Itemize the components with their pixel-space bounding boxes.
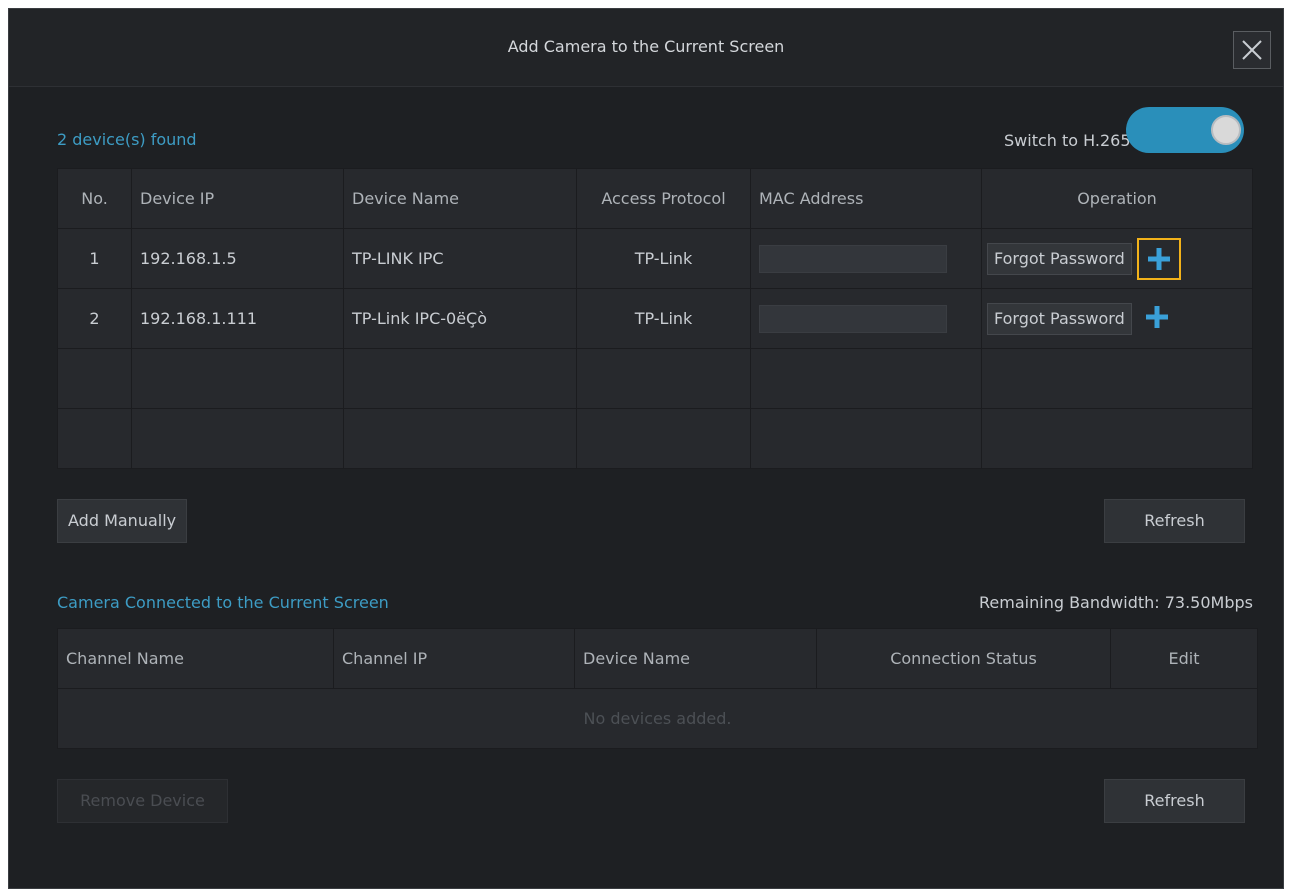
table-row-empty — [57, 348, 1253, 409]
table-header-row: No. Device IP Device Name Access Protoco… — [57, 168, 1253, 229]
col-header-ip: Device IP — [131, 168, 344, 229]
remaining-bandwidth: Remaining Bandwidth: 73.50Mbps — [979, 593, 1253, 612]
cell-no: 1 — [57, 228, 132, 289]
add-manually-button[interactable]: Add Manually — [57, 499, 188, 543]
col-header-protocol: Access Protocol — [576, 168, 751, 229]
cell-device-name: TP-LINK IPC — [343, 228, 577, 289]
col-header-no: No. — [57, 168, 132, 229]
table-row-empty — [57, 408, 1253, 469]
cell-no: 2 — [57, 288, 132, 349]
devices-found-label: 2 device(s) found — [57, 130, 197, 149]
cell-ip: 192.168.1.111 — [131, 288, 344, 349]
dialog-titlebar: Add Camera to the Current Screen — [9, 9, 1283, 87]
add-device-button[interactable] — [1136, 237, 1181, 280]
table-row[interactable]: 2 192.168.1.111 TP-Link IPC-0ëÇò TP-Link… — [57, 288, 1253, 349]
h265-toggle-knob — [1211, 115, 1241, 145]
refresh-found-button[interactable]: Refresh — [1104, 499, 1245, 543]
cell-device-name: TP-Link IPC-0ëÇò — [343, 288, 577, 349]
table-row[interactable]: 1 192.168.1.5 TP-LINK IPC TP-Link Forgot… — [57, 228, 1253, 289]
h265-toggle-label: Switch to H.265 — [1004, 131, 1131, 150]
empty-state-message: No devices added. — [57, 688, 1258, 749]
cell-mac — [750, 288, 982, 349]
remove-device-button[interactable]: Remove Device — [57, 779, 228, 823]
col-header-channel-name: Channel Name — [57, 628, 334, 689]
connected-cameras-table: Channel Name Channel IP Device Name Conn… — [57, 628, 1258, 749]
cell-ip: 192.168.1.5 — [131, 228, 344, 289]
col-header-device-name: Device Name — [574, 628, 817, 689]
col-header-mac: MAC Address — [750, 168, 982, 229]
cell-operation: Forgot Password — [981, 288, 1253, 349]
found-devices-table: No. Device IP Device Name Access Protoco… — [57, 168, 1253, 469]
col-header-connection-status: Connection Status — [816, 628, 1111, 689]
col-header-channel-ip: Channel IP — [333, 628, 575, 689]
col-header-name: Device Name — [343, 168, 577, 229]
cell-operation: Forgot Password — [981, 228, 1253, 289]
mac-redacted-box — [759, 304, 947, 333]
col-header-operation: Operation — [981, 168, 1253, 229]
close-button[interactable] — [1233, 31, 1271, 69]
connected-cameras-label: Camera Connected to the Current Screen — [57, 593, 389, 612]
forgot-password-button[interactable]: Forgot Password — [987, 242, 1132, 275]
forgot-password-button[interactable]: Forgot Password — [987, 302, 1132, 335]
cell-protocol: TP-Link — [576, 288, 751, 349]
dialog-title: Add Camera to the Current Screen — [507, 37, 785, 56]
table-header-row: Channel Name Channel IP Device Name Conn… — [57, 628, 1258, 689]
empty-state-row: No devices added. — [57, 688, 1258, 749]
col-header-edit: Edit — [1110, 628, 1258, 689]
cell-protocol: TP-Link — [576, 228, 751, 289]
cell-mac — [750, 228, 982, 289]
mac-redacted-box — [759, 244, 947, 273]
add-device-button[interactable] — [1137, 298, 1181, 340]
refresh-connected-button[interactable]: Refresh — [1104, 779, 1245, 823]
